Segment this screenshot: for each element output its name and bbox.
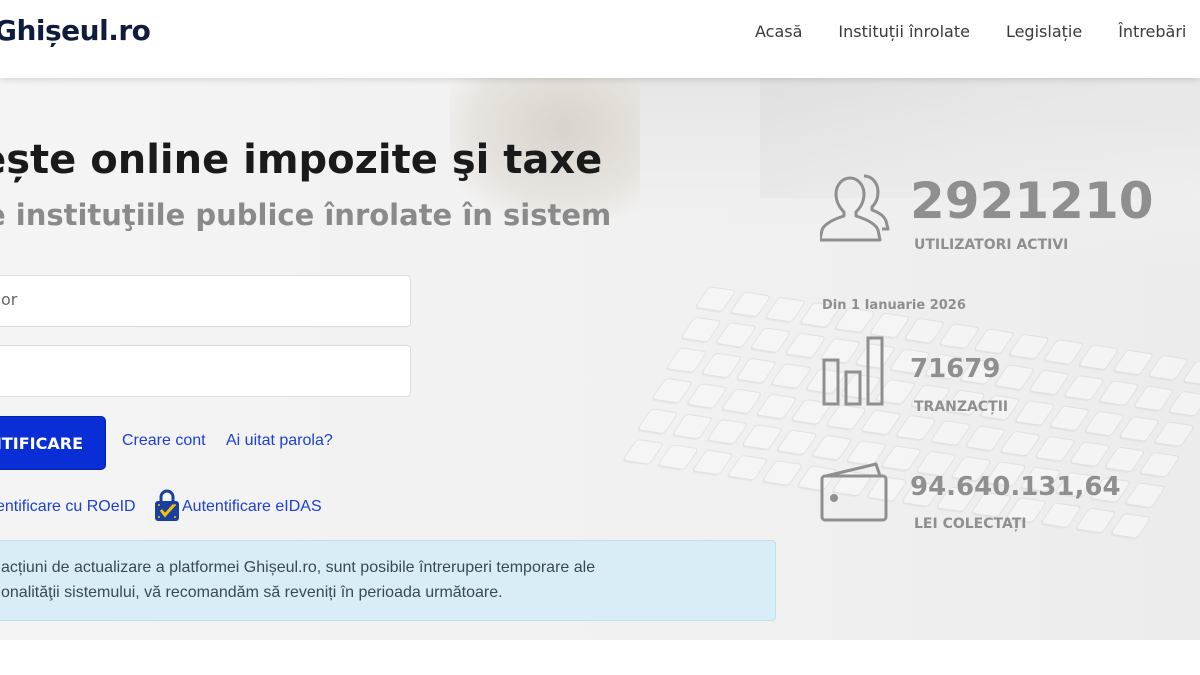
keyboard-key (1112, 349, 1155, 376)
keyboard-key (726, 454, 769, 481)
keyboard-key (729, 291, 772, 318)
keyboard-key (860, 409, 903, 436)
maintenance-alert: acțiuni de actualizare a platformei Ghiș… (0, 540, 776, 621)
alert-line-1: acțiuni de actualizare a platformei Ghiș… (1, 559, 596, 576)
hero-subheadline: e instituţiile publice înrolate în siste… (0, 198, 612, 232)
keyboard-key (973, 328, 1016, 355)
keyboard-key (764, 296, 807, 323)
keyboard-key (1132, 385, 1175, 412)
keyboard-key (1013, 400, 1056, 427)
eidas-login-link[interactable]: Autentificare eIDAS (182, 498, 322, 516)
keyboard-key (1028, 369, 1071, 396)
keyboard-key (1138, 451, 1181, 478)
header: Ghișeul.ro Acasă Instituții înrolate Leg… (0, 0, 1200, 78)
keyboard-key (999, 430, 1042, 457)
eidas-lock-icon[interactable] (154, 488, 180, 522)
keyboard-key (1118, 415, 1161, 442)
bar-chart-icon (822, 336, 884, 406)
keyboard-key (694, 286, 737, 313)
page: Ghișeul.ro Acasă Instituții înrolate Leg… (0, 0, 1200, 675)
keyboard-key (720, 388, 763, 415)
username-input[interactable]: or (0, 275, 411, 327)
keyboard-key (784, 332, 827, 359)
active-users-count: 2921210 (910, 172, 1154, 230)
keyboard-key (741, 424, 784, 451)
keyboard-key (1068, 441, 1112, 468)
keyboard-key (1124, 482, 1167, 509)
alert-line-2: onalităţii sistemului, vă recomandăm să … (1, 584, 503, 601)
password-input[interactable] (0, 345, 411, 397)
keyboard-key (1083, 410, 1126, 437)
keyboard-key (656, 444, 700, 471)
keyboard-key (1074, 507, 1117, 534)
active-users-label: UTILIZATORI ACTIVI (914, 237, 1069, 253)
stats-since-date: Din 1 Ianuarie 2026 (822, 298, 966, 313)
main-nav: Acasă Instituții înrolate Legislație Înt… (755, 22, 1186, 41)
keyboard-key (636, 408, 679, 435)
users-icon (820, 174, 890, 242)
nav-home[interactable]: Acasă (755, 22, 802, 41)
keyboard-key (894, 414, 937, 441)
keyboard-key (810, 434, 853, 461)
collected-label: LEI COLECTAȚI (914, 516, 1027, 532)
keyboard-key (1034, 435, 1077, 462)
keyboard-key (680, 316, 723, 343)
transactions-count: 71679 (910, 354, 1001, 384)
keyboard-key (671, 413, 714, 440)
keyboard-key (700, 352, 743, 379)
forgot-password-link[interactable]: Ai uitat parola? (226, 432, 333, 450)
keyboard-key (1007, 333, 1051, 360)
keyboard-key (665, 347, 708, 374)
keyboard-key (761, 459, 804, 486)
nav-institutions[interactable]: Instituții înrolate (838, 22, 970, 41)
keyboard-key (735, 357, 778, 384)
keyboard-key (651, 377, 694, 404)
transactions-label: TRANZACȚII (914, 399, 1009, 415)
keyboard-key (868, 312, 911, 339)
nav-legislation[interactable]: Legislație (1006, 22, 1082, 41)
keyboard-key (1048, 405, 1091, 432)
keyboard-key (1153, 421, 1196, 448)
keyboard-key (1103, 446, 1146, 473)
nav-faq[interactable]: Întrebări (1118, 22, 1186, 41)
keyboard-key (929, 420, 972, 446)
keyboard-key (714, 321, 758, 348)
collected-amount: 94.640.131,64 (910, 472, 1121, 502)
keyboard-key (622, 438, 665, 465)
keyboard-key (1042, 338, 1085, 365)
keyboard-key (755, 393, 798, 420)
login-button[interactable]: NTIFICARE (0, 416, 106, 470)
keyboard-key (938, 323, 981, 350)
keyboard-key (903, 317, 946, 344)
keyboard-key (775, 429, 819, 456)
keyboard-key (1109, 512, 1152, 539)
keyboard-key (685, 382, 729, 409)
keyboard-key (1077, 344, 1120, 371)
roeid-login-link[interactable]: entificare cu ROeID (0, 498, 136, 516)
create-account-link[interactable]: Creare cont (122, 432, 206, 450)
keyboard-key (964, 425, 1007, 452)
keyboard-key (825, 404, 868, 431)
site-logo[interactable]: Ghișeul.ro (0, 14, 151, 47)
keyboard-key (706, 418, 749, 445)
keyboard-key (1039, 502, 1083, 529)
keyboard-key (1147, 354, 1190, 381)
keyboard-key (770, 363, 813, 389)
keyboard-key (691, 449, 734, 476)
wallet-icon (820, 462, 888, 522)
keyboard-key (1097, 380, 1141, 407)
keyboard-key (749, 327, 792, 354)
hero-headline: tește online impozite şi taxe (0, 137, 603, 183)
keyboard-key (1167, 390, 1200, 417)
keyboard-key (1063, 374, 1106, 401)
